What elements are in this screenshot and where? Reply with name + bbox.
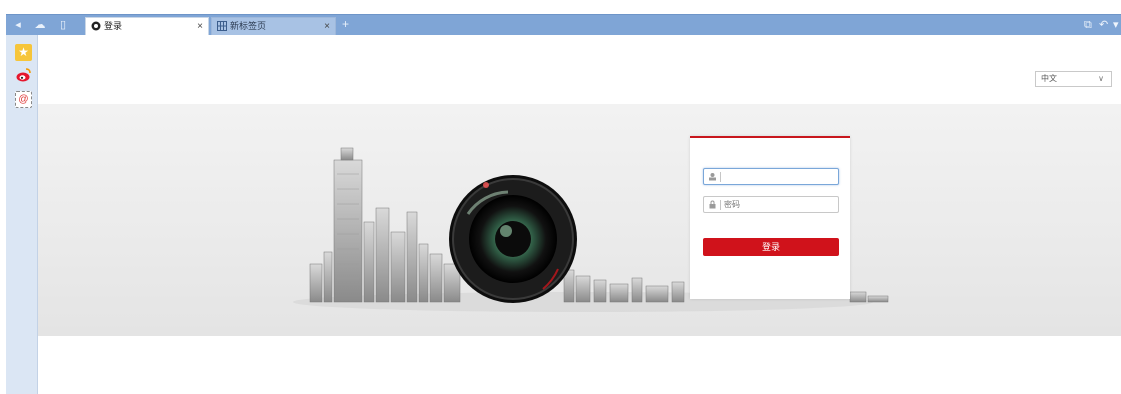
field-divider: [720, 200, 721, 210]
login-button[interactable]: 登录: [703, 238, 839, 256]
cloud-icon[interactable]: ☁: [33, 18, 47, 32]
site-favicon-icon: [91, 21, 101, 31]
sidebar-toggle-icon[interactable]: ◂: [12, 18, 24, 32]
browser-window: ◂ ☁ ▯ 登录 × 新标签页 × + ⧉ ↶ ▾ ★ @ 中文 ∨ 密码 登录: [0, 0, 1121, 394]
star-icon[interactable]: ★: [15, 44, 32, 61]
tab-close-icon[interactable]: ×: [197, 18, 203, 35]
new-tab-button[interactable]: +: [339, 18, 352, 32]
sidebar: ★ @: [6, 35, 38, 394]
window-top-strip: [0, 0, 1121, 14]
weibo-icon[interactable]: [15, 66, 32, 83]
user-icon: [709, 173, 716, 181]
window-restore-icon[interactable]: ⧉: [1084, 18, 1092, 32]
username-input[interactable]: [724, 169, 836, 184]
login-banner: 登录: [38, 104, 1121, 336]
password-field[interactable]: [703, 196, 839, 213]
menu-chevron-icon[interactable]: ▾: [1113, 18, 1119, 32]
field-divider: [720, 172, 721, 182]
page-icon[interactable]: ▯: [58, 18, 68, 32]
tab-label: 新标签页: [230, 21, 267, 31]
back-arrow-icon[interactable]: ↶: [1099, 18, 1108, 32]
tab-label: 登录: [104, 21, 123, 31]
username-field[interactable]: [703, 168, 839, 185]
language-select[interactable]: 中文 ∨: [1035, 71, 1112, 87]
lock-icon: [709, 200, 716, 209]
password-input[interactable]: [724, 197, 836, 212]
tab-bar: ◂ ☁ ▯ 登录 × 新标签页 × + ⧉ ↶ ▾: [6, 14, 1121, 36]
language-select-value: 中文: [1041, 74, 1057, 83]
city-camera-illustration: [293, 147, 889, 312]
mail-icon[interactable]: @: [15, 91, 32, 108]
tab-close-icon[interactable]: ×: [324, 18, 330, 35]
tab-new-tab[interactable]: 新标签页 ×: [211, 17, 336, 36]
tab-login[interactable]: 登录 ×: [85, 17, 209, 36]
chevron-down-icon: ∨: [1098, 74, 1104, 83]
login-card: 登录: [690, 136, 850, 299]
grid-icon: [217, 21, 227, 31]
page-content: 中文 ∨ 密码 登录: [38, 35, 1121, 394]
